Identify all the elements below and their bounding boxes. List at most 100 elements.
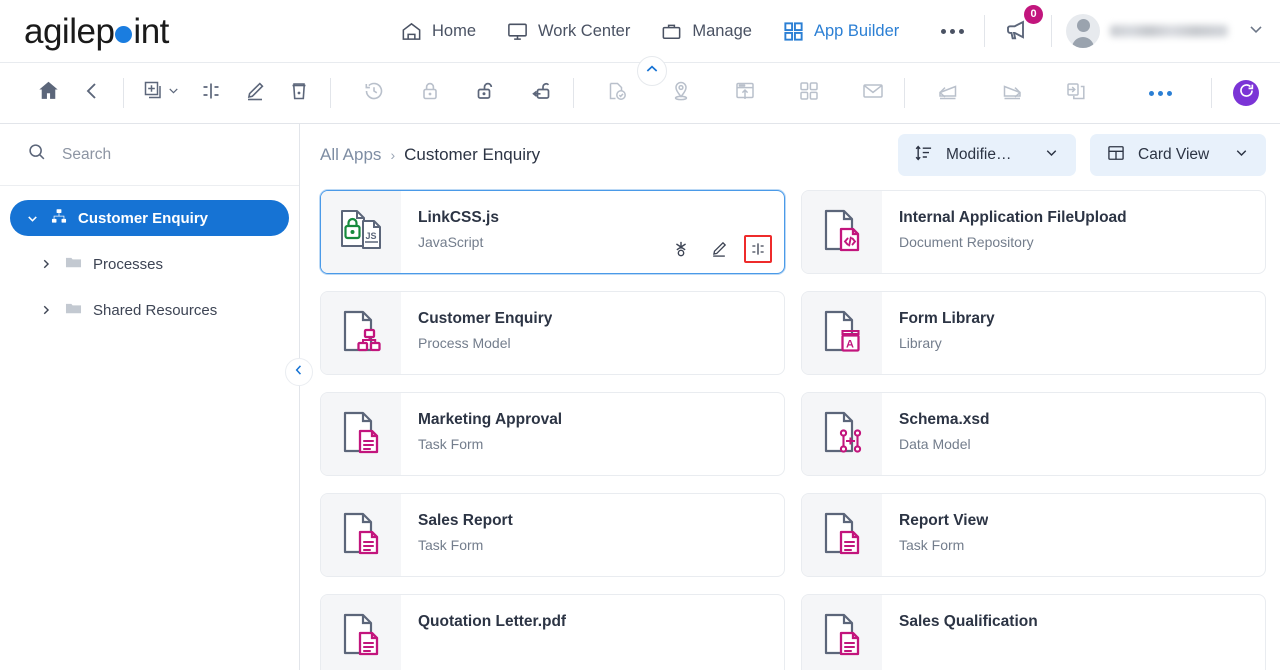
apps-card-grid: JS LinkCSS.js JavaScript Internal Applic… xyxy=(320,186,1266,670)
nav-item-home[interactable]: Home xyxy=(400,20,476,43)
toolbar-lock-button[interactable] xyxy=(408,71,452,115)
card-subtitle: Task Form xyxy=(418,436,484,452)
card-icon xyxy=(321,292,401,374)
card-text: Sales Qualification xyxy=(882,595,1038,670)
toolbar-export-button[interactable] xyxy=(990,71,1034,115)
toolbar-add-new-button[interactable] xyxy=(133,71,189,115)
home-icon xyxy=(36,78,61,108)
main-navigation: Home Work Center Manage App Builder xyxy=(400,20,965,43)
properties-icon xyxy=(199,79,223,108)
card-customer-enquiry[interactable]: Customer Enquiry Process Model xyxy=(320,291,785,375)
sidebar-item-label: Shared Resources xyxy=(93,301,218,319)
logo-text: agilep int xyxy=(24,14,169,49)
toolbar-check-in-button[interactable] xyxy=(520,71,564,115)
toolbar-publish-button[interactable] xyxy=(723,71,767,115)
toolbar-unlock-button[interactable] xyxy=(464,71,508,115)
card-sales-report[interactable]: Sales Report Task Form xyxy=(320,493,785,577)
card-link-css-js[interactable]: JS LinkCSS.js JavaScript xyxy=(320,190,785,274)
page-body: Customer Enquiry Processes xyxy=(0,124,1280,670)
user-menu[interactable] xyxy=(1066,14,1266,48)
chevron-right-icon[interactable] xyxy=(38,257,54,271)
header-collapse-button[interactable] xyxy=(637,56,667,86)
search-input[interactable] xyxy=(62,145,242,164)
sidebar-search[interactable] xyxy=(0,124,299,186)
sidebar-item-customer-enquiry[interactable]: Customer Enquiry xyxy=(10,200,289,236)
announcements-button[interactable]: 0 xyxy=(999,4,1043,53)
nav-item-work-center[interactable]: Work Center xyxy=(506,20,630,43)
toolbar-import-button[interactable] xyxy=(926,71,970,115)
toolbar-history-button[interactable] xyxy=(352,71,396,115)
card-text: Report View Task Form xyxy=(882,494,988,576)
card-report-view[interactable]: Report View Task Form xyxy=(801,493,1266,577)
toolbar-home-button[interactable] xyxy=(26,71,70,115)
toolbar-more-button[interactable] xyxy=(1138,71,1182,115)
data-model-file-icon xyxy=(819,409,865,460)
dot-icon xyxy=(1148,90,1154,96)
dot-icon xyxy=(959,28,965,34)
refresh-button[interactable] xyxy=(1233,80,1259,106)
nav-label-home: Home xyxy=(432,21,477,40)
chevron-right-icon[interactable] xyxy=(38,303,54,317)
sort-icon xyxy=(914,143,934,168)
card-marketing-approval[interactable]: Marketing Approval Task Form xyxy=(320,392,785,476)
task-form-file-icon xyxy=(819,510,865,561)
card-subtitle: Process Model xyxy=(418,335,511,351)
card-subtitle: Data Model xyxy=(899,436,971,452)
sort-by-button[interactable]: Modifie… xyxy=(898,134,1076,176)
toolbar-email-button[interactable] xyxy=(851,71,895,115)
svg-text:A: A xyxy=(846,338,854,350)
divider xyxy=(1051,15,1052,47)
chevron-down-icon xyxy=(166,83,181,103)
toolbar-back-button[interactable] xyxy=(70,71,114,115)
edit-pencil-icon[interactable] xyxy=(706,236,732,262)
nav-item-manage[interactable]: Manage xyxy=(660,20,752,43)
card-quotation-letter-pdf[interactable]: Quotation Letter.pdf xyxy=(320,594,785,670)
history-icon xyxy=(362,79,386,108)
toolbar-properties-button[interactable] xyxy=(189,71,233,115)
more-dots-icon xyxy=(1148,90,1172,96)
toolbar-edit-button[interactable] xyxy=(233,71,277,115)
view-mode-button[interactable]: Card View xyxy=(1090,134,1266,176)
chevron-left-icon xyxy=(80,79,104,108)
breadcrumb-all-apps[interactable]: All Apps xyxy=(320,145,381,165)
attributes-icon[interactable] xyxy=(744,235,772,263)
card-icon xyxy=(802,494,882,576)
card-schema-xsd[interactable]: Schema.xsd Data Model xyxy=(801,392,1266,476)
toolbar-location-button[interactable] xyxy=(659,71,703,115)
sidebar-item-shared-resources[interactable]: Shared Resources xyxy=(38,292,289,328)
card-form-library[interactable]: A Form Library Library xyxy=(801,291,1266,375)
chevron-down-icon[interactable] xyxy=(1246,19,1266,44)
task-form-file-icon xyxy=(338,510,384,561)
logo-text-before: agilep xyxy=(24,11,115,51)
logo-text-after: int xyxy=(133,11,169,51)
toolbar-validate-button[interactable] xyxy=(595,71,639,115)
sidebar-item-label: Customer Enquiry xyxy=(78,209,209,227)
nav-more-options-button[interactable] xyxy=(941,28,965,34)
card-text: LinkCSS.js JavaScript xyxy=(401,191,499,273)
folder-icon xyxy=(64,253,83,276)
chevron-down-icon[interactable] xyxy=(24,211,40,226)
toolbar-apps-button[interactable] xyxy=(787,71,831,115)
sidebar-collapse-button[interactable] xyxy=(285,358,313,386)
publish-icon xyxy=(733,79,757,108)
app-logo[interactable]: agilep int xyxy=(0,14,300,49)
card-icon xyxy=(802,393,882,475)
run-icon[interactable] xyxy=(668,236,694,262)
toolbar-delete-button[interactable] xyxy=(277,71,321,115)
dot-icon xyxy=(941,28,947,34)
nav-item-app-builder[interactable]: App Builder xyxy=(782,20,899,43)
breadcrumb: All Apps › Customer Enquiry xyxy=(320,145,540,165)
logo-dot-icon xyxy=(115,25,133,43)
code-file-icon xyxy=(819,207,865,258)
toolbar-migrate-button[interactable] xyxy=(1054,71,1098,115)
card-text: Sales Report Task Form xyxy=(401,494,513,576)
folder-icon xyxy=(64,299,83,322)
card-internal-application-fileupload[interactable]: Internal Application FileUpload Document… xyxy=(801,190,1266,274)
card-text: Customer Enquiry Process Model xyxy=(401,292,552,374)
library-file-icon: A xyxy=(819,308,865,359)
view-mode-label: Card View xyxy=(1138,146,1210,163)
sidebar-item-processes[interactable]: Processes xyxy=(38,246,289,282)
avatar-body-icon xyxy=(1072,37,1094,48)
avatar-head-icon xyxy=(1076,19,1090,32)
card-sales-qualification[interactable]: Sales Qualification xyxy=(801,594,1266,670)
